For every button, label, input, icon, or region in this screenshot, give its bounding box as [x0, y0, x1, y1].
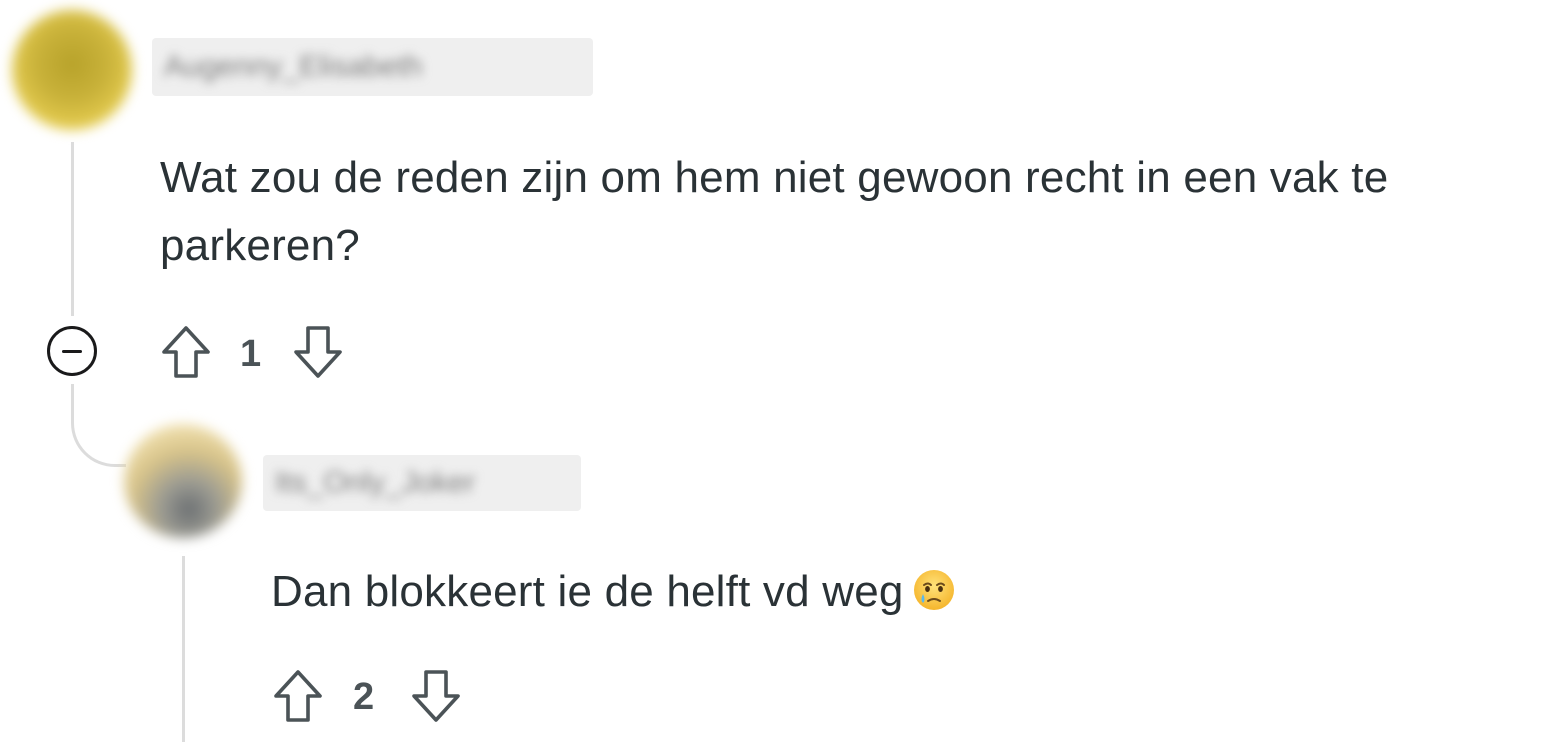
collapse-thread-button[interactable]	[47, 326, 97, 376]
username-text: Its_Only_Joker	[275, 466, 476, 499]
arrow-up-icon	[274, 670, 322, 722]
arrow-down-icon	[412, 670, 460, 722]
upvote-button[interactable]	[270, 668, 326, 724]
minus-icon	[62, 349, 82, 353]
arrow-up-icon	[162, 326, 210, 378]
downvote-button[interactable]	[290, 324, 346, 380]
upvote-button[interactable]	[158, 324, 214, 380]
vote-count: 1	[240, 333, 262, 375]
comment-body: Dan blokkeert ie de helft vd weg	[271, 558, 1471, 626]
username-text: Augenny_Elisabeth	[164, 50, 423, 83]
username[interactable]: Augenny_Elisabeth	[152, 38, 593, 96]
comment-thread: Augenny_Elisabeth Wat zou de reden zijn …	[0, 0, 1568, 742]
thread-line[interactable]	[182, 556, 185, 742]
comment-body: Wat zou de reden zijn om hem niet gewoon…	[160, 153, 1389, 270]
username[interactable]: Its_Only_Joker	[263, 455, 581, 511]
comment-body-text: Dan blokkeert ie de helft vd weg	[271, 567, 904, 616]
thread-line[interactable]	[71, 142, 74, 316]
thread-connector	[71, 384, 126, 467]
avatar[interactable]	[124, 424, 242, 538]
face-holding-back-tears-icon	[913, 570, 954, 610]
downvote-button[interactable]	[408, 668, 464, 724]
vote-count: 2	[353, 676, 375, 718]
avatar[interactable]	[12, 10, 132, 130]
arrow-down-icon	[294, 326, 342, 378]
